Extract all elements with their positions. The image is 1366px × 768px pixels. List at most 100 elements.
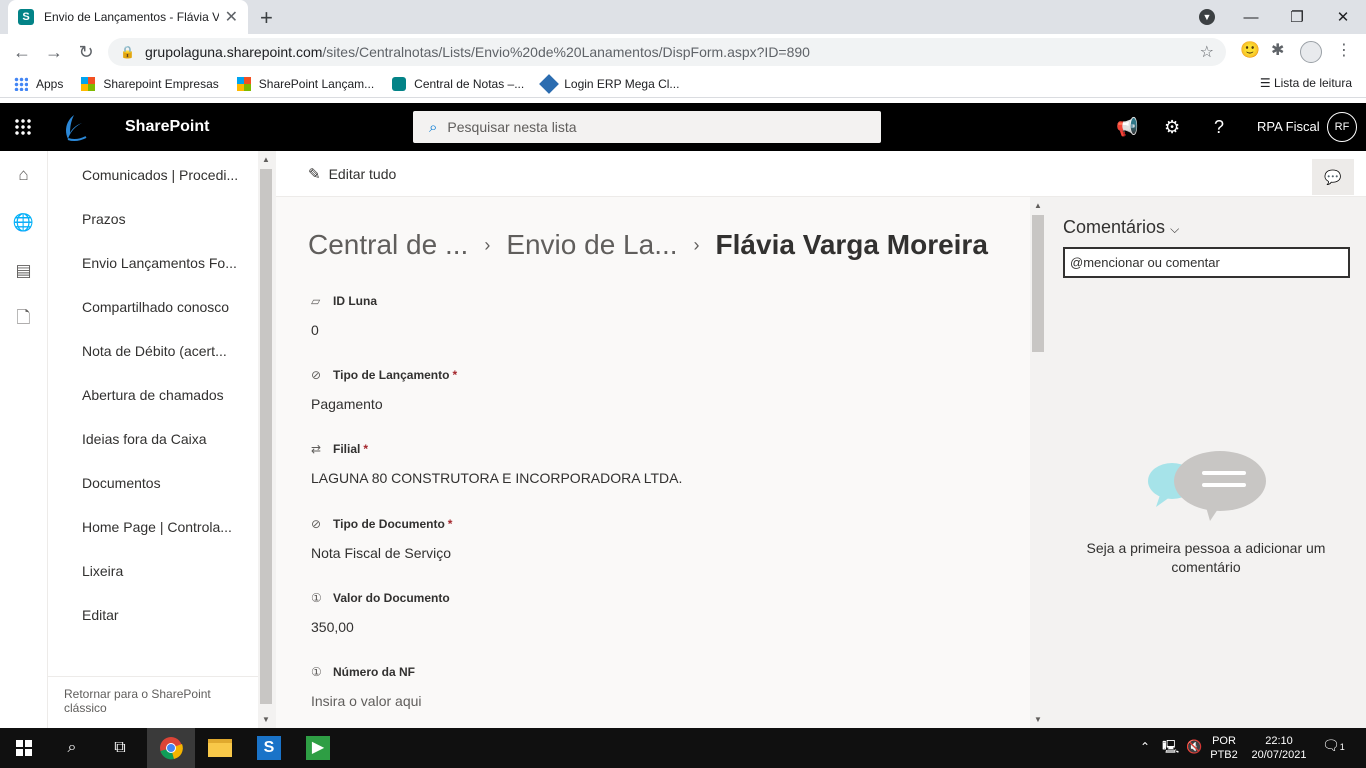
- form-scrollbar[interactable]: ▲ ▼: [1030, 197, 1046, 728]
- reading-list-button[interactable]: ☰ Lista de leitura: [1260, 76, 1352, 90]
- field-tipo-lancamento[interactable]: ⊘ Tipo de Lançamento * Pagamento: [311, 368, 457, 412]
- volume-muted-icon[interactable]: 🔇: [1186, 740, 1202, 754]
- network-icon[interactable]: 🖳: [1162, 740, 1179, 754]
- nav-item-nota-debito[interactable]: Nota de Débito (acert...: [48, 329, 258, 373]
- search-icon: ⌕: [429, 118, 438, 136]
- new-tab-button[interactable]: +: [260, 5, 273, 31]
- comment-input[interactable]: @mencionar ou comentar: [1063, 247, 1350, 278]
- bookmarks-bar: Apps Sharepoint Empresas SharePoint Lanç…: [0, 70, 1366, 98]
- browser-menu-icon[interactable]: ⋮: [1336, 40, 1352, 60]
- edit-all-button[interactable]: Editar tudo: [329, 166, 397, 182]
- lock-icon: 🔒: [120, 45, 135, 59]
- bookmark-star-icon[interactable]: ☆: [1200, 42, 1214, 62]
- chrome-icon[interactable]: [147, 728, 195, 768]
- help-icon[interactable]: ?: [1214, 117, 1224, 138]
- app-green-icon[interactable]: ▶: [294, 728, 342, 768]
- scroll-thumb[interactable]: [1032, 215, 1044, 352]
- app-blue-icon[interactable]: S: [245, 728, 293, 768]
- nav-item-lixeira[interactable]: Lixeira: [48, 549, 258, 593]
- tray-chevron-icon[interactable]: ⌃: [1140, 740, 1150, 754]
- news-icon[interactable]: ▤: [0, 247, 47, 295]
- comments-panel: Comentários ⌵ @mencionar ou comentar Sej…: [1046, 197, 1366, 728]
- nav-item-comunicados[interactable]: Comunicados | Procedi...: [48, 153, 258, 197]
- bookmark-central-de-notas[interactable]: Central de Notas –...: [392, 76, 524, 91]
- scroll-thumb[interactable]: [260, 169, 272, 704]
- windows-start-icon[interactable]: [0, 728, 48, 768]
- minimize-icon[interactable]: —: [1228, 9, 1274, 26]
- field-valor-documento[interactable]: ① Valor do Documento 350,00: [311, 591, 453, 635]
- suite-bar: SharePoint ⌕ Pesquisar nesta lista 📢 ⚙ ?…: [0, 103, 1366, 151]
- nav-item-prazos[interactable]: Prazos: [48, 197, 258, 241]
- nav-item-home-page[interactable]: Home Page | Controla...: [48, 505, 258, 549]
- item-form: Central de ... › Envio de La... › Flávia…: [276, 197, 1030, 728]
- extensions-puzzle-icon[interactable]: ✱: [1271, 40, 1284, 60]
- address-bar[interactable]: 🔒 grupolaguna.sharepoint.com/sites/Centr…: [108, 38, 1226, 66]
- nav-item-editar[interactable]: Editar: [48, 593, 258, 637]
- scroll-down-icon[interactable]: ▼: [1034, 715, 1042, 724]
- edit-pencil-icon: ✎: [308, 165, 321, 183]
- clock[interactable]: 22:10 20/07/2021: [1246, 734, 1312, 762]
- extension-avatar-icon[interactable]: 🙂: [1240, 40, 1260, 60]
- field-filial[interactable]: ⇄ Filial * LAGUNA 80 CONSTRUTORA E INCORPO…: [311, 442, 682, 486]
- restore-icon[interactable]: ❐: [1274, 8, 1320, 26]
- file-explorer-icon[interactable]: [196, 728, 244, 768]
- field-value: Pagamento: [311, 396, 383, 412]
- tab-search-icon[interactable]: ▼: [1199, 9, 1215, 25]
- close-tab-icon[interactable]: ✕: [225, 7, 238, 27]
- language-indicator[interactable]: POR PTB2: [1208, 734, 1240, 762]
- empty-comments-text: Seja a primeira pessoa a adicionar um co…: [1086, 540, 1326, 575]
- browser-tab[interactable]: S Envio de Lançamentos - Flávia Va ✕: [8, 0, 248, 34]
- settings-gear-icon[interactable]: ⚙: [1164, 117, 1180, 138]
- bookmark-apps[interactable]: Apps: [14, 76, 63, 91]
- avatar[interactable]: RF: [1327, 112, 1357, 142]
- reload-icon[interactable]: ↻: [70, 42, 102, 63]
- user-name[interactable]: RPA Fiscal: [1257, 119, 1320, 134]
- chevron-right-icon: ›: [484, 234, 491, 255]
- app-launcher-icon[interactable]: [14, 118, 32, 136]
- profile-icon[interactable]: [1300, 41, 1322, 63]
- task-view-icon[interactable]: ⧉: [96, 728, 144, 768]
- nav-item-documentos[interactable]: Documentos: [48, 461, 258, 505]
- breadcrumb-site[interactable]: Central de ...: [308, 229, 468, 261]
- breadcrumb-list[interactable]: Envio de La...: [506, 229, 677, 261]
- field-tipo-documento[interactable]: ⊘ Tipo de Documento * Nota Fiscal de Servi…: [311, 517, 452, 561]
- search-icon[interactable]: ⌕: [48, 728, 96, 768]
- back-icon[interactable]: ←: [6, 42, 38, 63]
- nav-item-ideias[interactable]: Ideias fora da Caixa: [48, 417, 258, 461]
- scroll-down-icon[interactable]: ▼: [262, 715, 270, 724]
- search-box[interactable]: ⌕ Pesquisar nesta lista: [413, 111, 881, 143]
- app-name[interactable]: SharePoint: [125, 118, 209, 136]
- page-title: Flávia Varga Moreira: [715, 229, 988, 260]
- bookmark-sharepoint-empresas[interactable]: Sharepoint Empresas: [81, 76, 219, 91]
- globe-icon[interactable]: 🌐: [0, 199, 47, 247]
- scroll-up-icon[interactable]: ▲: [1034, 201, 1042, 210]
- classic-sharepoint-link[interactable]: Retornar para o SharePoint clássico: [48, 676, 258, 728]
- site-logo-icon[interactable]: [60, 113, 88, 143]
- left-nav-scrollbar[interactable]: ▲ ▼: [258, 151, 276, 728]
- bookmark-sharepoint-lancamentos[interactable]: SharePoint Lançam...: [236, 76, 374, 91]
- nav-item-envio-lancamentos[interactable]: Envio Lançamentos Fo...: [48, 241, 258, 285]
- document-icon[interactable]: 🗋: [0, 295, 47, 343]
- notifications-icon[interactable]: 🗨1: [1322, 738, 1345, 754]
- mega-logo-icon: [539, 73, 560, 94]
- comments-header[interactable]: Comentários ⌵: [1063, 217, 1179, 238]
- sharepoint-favicon-icon: S: [18, 9, 34, 25]
- home-icon[interactable]: ⌂: [0, 151, 47, 199]
- megaphone-icon[interactable]: 📢: [1116, 117, 1138, 138]
- field-value: 0: [311, 322, 319, 338]
- window-close-icon[interactable]: ✕: [1320, 8, 1366, 26]
- url-host: grupolaguna.sharepoint.com: [144, 44, 323, 60]
- field-id-luna[interactable]: ▱ ID Luna 0: [311, 294, 380, 338]
- scroll-up-icon[interactable]: ▲: [262, 155, 270, 164]
- comments-toggle-button[interactable]: 💬: [1312, 159, 1354, 195]
- field-numero-nf[interactable]: ① Número da NF Insira o valor aqui: [311, 665, 422, 709]
- empty-comments-illustration-icon: [1148, 451, 1266, 521]
- forward-icon[interactable]: →: [38, 42, 70, 63]
- lookup-arrows-icon: ⇄: [311, 442, 322, 456]
- field-value: Nota Fiscal de Serviço: [311, 545, 452, 561]
- bookmark-login-erp[interactable]: Login ERP Mega Cl...: [539, 73, 679, 94]
- command-bar: ✎ Editar tudo 💬: [276, 151, 1366, 197]
- nav-item-abertura-chamados[interactable]: Abertura de chamados: [48, 373, 258, 417]
- app-rail: ⌂ 🌐 ▤ 🗋: [0, 151, 48, 728]
- nav-item-compartilhado[interactable]: Compartilhado conosco: [48, 285, 258, 329]
